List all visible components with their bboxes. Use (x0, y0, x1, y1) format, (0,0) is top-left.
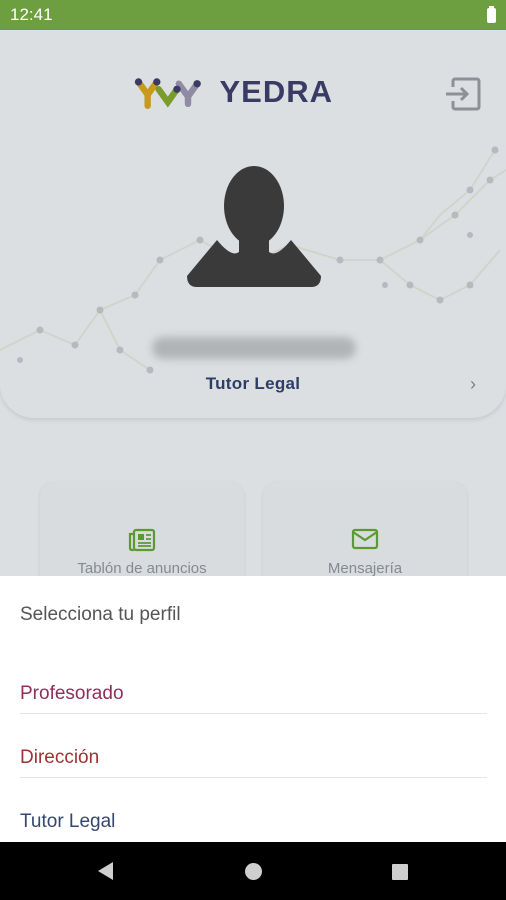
current-role-label[interactable]: Tutor Legal (0, 374, 506, 394)
sheet-title: Selecciona tu perfil (20, 604, 181, 625)
divider (20, 777, 487, 778)
home-screen: YEDRA Tutor Legal › Tablón de anuncios M… (0, 30, 506, 602)
status-time: 12:41 (10, 5, 53, 24)
profile-option-direccion[interactable]: Dirección (20, 726, 487, 790)
logout-icon[interactable] (444, 75, 482, 113)
newspaper-icon (128, 528, 156, 552)
logo-text: YEDRA (219, 74, 333, 109)
battery-full-icon (487, 5, 496, 23)
profile-card: YEDRA Tutor Legal › (0, 30, 506, 418)
back-icon[interactable] (98, 862, 113, 880)
yedra-logo: YEDRA (133, 67, 333, 117)
logo-mark-icon (134, 78, 201, 109)
messaging-label: Mensajería (327, 560, 403, 577)
profile-selector-sheet: Selecciona tu perfil Profesorado Direcci… (0, 576, 506, 842)
status-bar: 12:41 (0, 0, 506, 30)
system-nav-bar (0, 842, 506, 900)
divider (20, 713, 487, 714)
chevron-right-icon[interactable]: › (470, 374, 476, 395)
mail-icon (351, 528, 379, 550)
home-icon[interactable] (245, 863, 262, 880)
profile-option-profesorado[interactable]: Profesorado (20, 662, 487, 726)
recents-icon[interactable] (392, 864, 408, 880)
notice-board-label: Tablón de anuncios (77, 560, 207, 577)
user-name-redacted (152, 337, 356, 359)
user-avatar-icon (187, 166, 321, 287)
